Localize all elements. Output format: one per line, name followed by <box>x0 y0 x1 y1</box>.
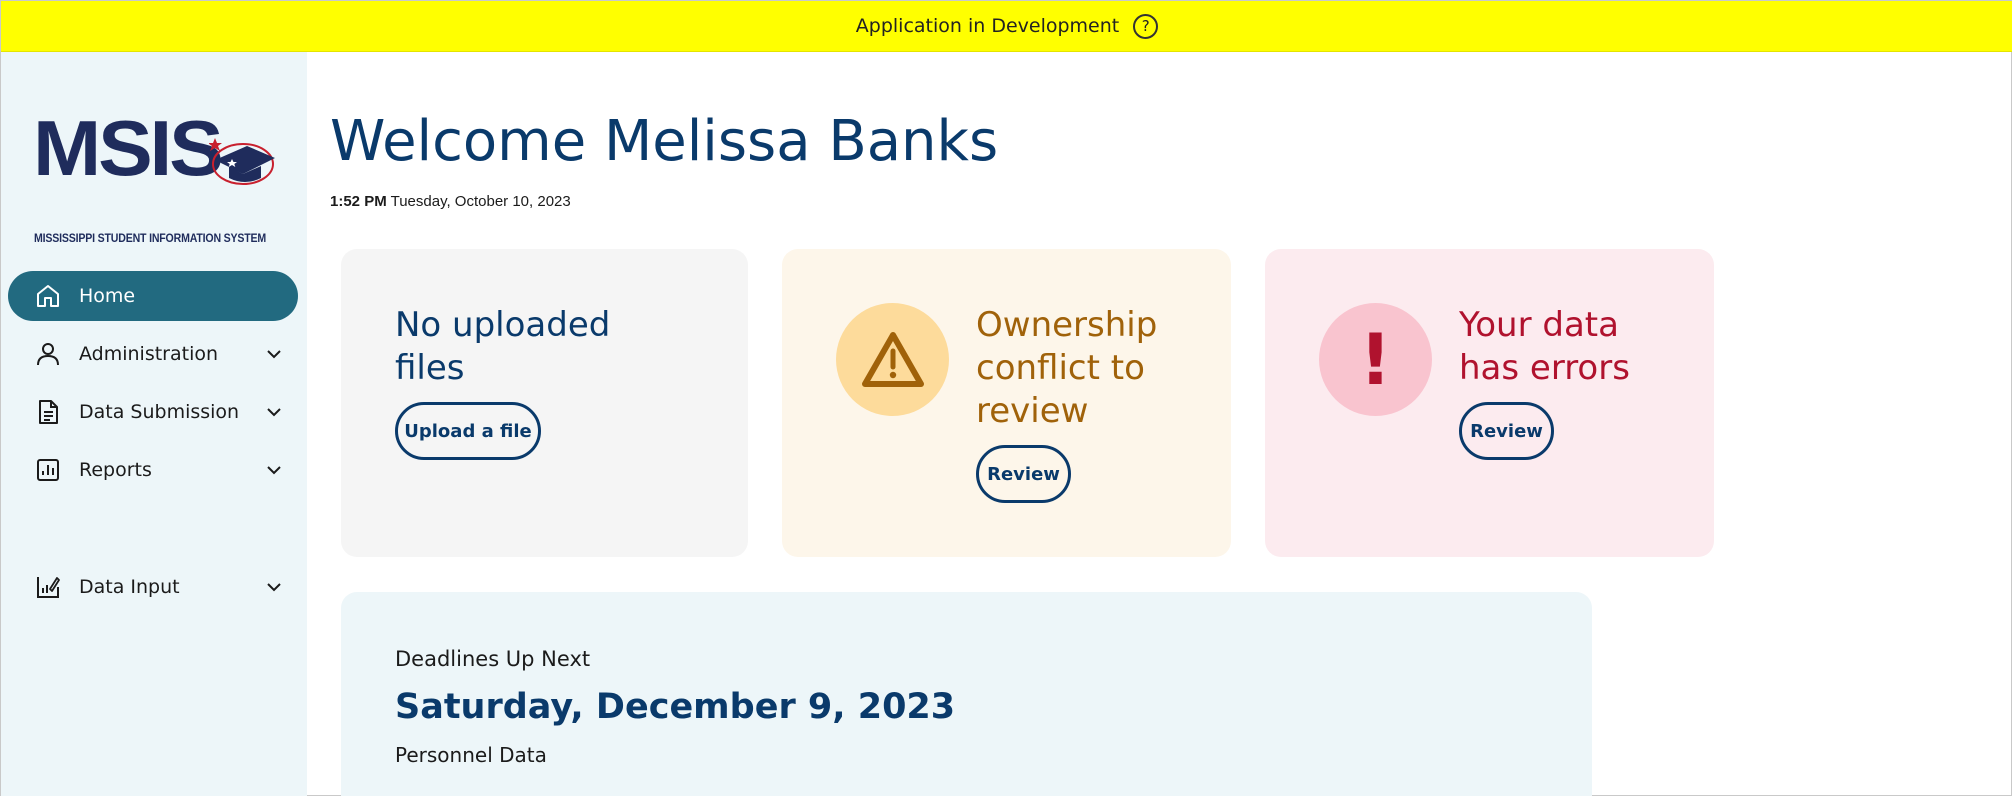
chevron-down-icon[interactable] <box>264 402 284 422</box>
card-title-line: has errors <box>1459 348 1630 388</box>
current-date: Tuesday, October 10, 2023 <box>390 193 571 210</box>
bar-chart-icon <box>35 457 61 483</box>
sidebar-item-label: Administration <box>79 343 219 365</box>
upload-file-button[interactable]: Upload a file <box>395 402 541 460</box>
document-icon <box>35 399 61 425</box>
home-icon <box>35 283 61 309</box>
review-ownership-button[interactable]: Review <box>976 445 1071 503</box>
sidebar-item-label: Reports <box>79 459 152 481</box>
msis-logo[interactable]: MSIS MISSISSIPPI STUDENT INFORMATION SYS… <box>33 109 275 245</box>
card-title-line: Your data <box>1459 305 1619 345</box>
card-title-line: files <box>395 348 465 388</box>
exclamation-symbol: ! <box>1359 318 1392 401</box>
sidebar-item-label: Home <box>79 285 136 307</box>
deadlines-panel: Deadlines Up Next Saturday, December 9, … <box>341 592 1592 796</box>
help-circle-icon[interactable]: ? <box>1133 13 1159 39</box>
exclamation-icon: ! <box>1319 303 1432 416</box>
card-title-line: review <box>976 391 1089 431</box>
card-data-errors: ! Your data has errors Review <box>1265 249 1714 557</box>
user-icon <box>35 341 61 367</box>
card-title-line: Ownership <box>976 305 1158 345</box>
dev-banner-text: Application in Development <box>855 15 1120 37</box>
logo-wordmark: MSIS <box>33 104 224 192</box>
sidebar: MSIS MISSISSIPPI STUDENT INFORMATION SYS… <box>1 52 307 796</box>
card-title: Your data has errors <box>1459 304 1630 390</box>
review-errors-button[interactable]: Review <box>1459 402 1554 460</box>
data-input-icon <box>35 574 61 600</box>
page-title: Welcome Melissa Banks <box>330 109 999 174</box>
graduation-cap-icon <box>209 138 275 185</box>
chevron-down-icon[interactable] <box>264 577 284 597</box>
chevron-down-icon[interactable] <box>264 460 284 480</box>
sidebar-item-data-submission[interactable]: Data Submission <box>8 387 298 437</box>
sidebar-item-reports[interactable]: Reports <box>8 445 298 495</box>
sidebar-item-label: Data Input <box>79 576 180 598</box>
sidebar-item-label: Data Submission <box>79 401 240 423</box>
chevron-down-icon[interactable] <box>264 344 284 364</box>
sidebar-item-administration[interactable]: Administration <box>8 329 298 379</box>
card-ownership-conflict: Ownership conflict to review Review <box>782 249 1231 557</box>
card-title: Ownership conflict to review <box>976 304 1157 433</box>
sidebar-item-data-input[interactable]: Data Input <box>8 562 298 612</box>
card-title-line: conflict to <box>976 348 1145 388</box>
logo-subtitle: MISSISSIPPI STUDENT INFORMATION SYSTEM <box>34 233 267 245</box>
warning-icon <box>836 303 949 416</box>
card-no-uploaded-files: No uploaded files Upload a file <box>341 249 748 557</box>
deadlines-label: Deadlines Up Next <box>395 647 591 671</box>
current-time: 1:52 PM <box>330 193 387 210</box>
sidebar-item-home[interactable]: Home <box>8 271 298 321</box>
deadline-item: Personnel Data <box>395 743 547 767</box>
dev-banner: Application in Development ? <box>1 1 2012 52</box>
current-datetime: 1:52 PM Tuesday, October 10, 2023 <box>330 193 571 210</box>
card-title-line: No uploaded <box>395 305 611 345</box>
card-title: No uploaded files <box>395 304 610 390</box>
deadline-date: Saturday, December 9, 2023 <box>395 687 956 727</box>
